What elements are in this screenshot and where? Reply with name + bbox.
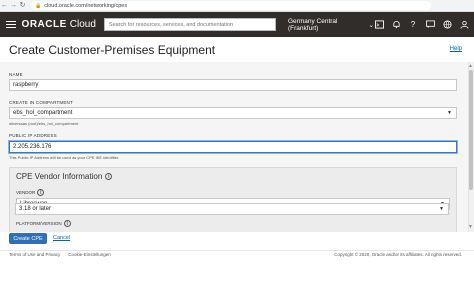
back-icon[interactable]: ← (0, 1, 9, 11)
search-input[interactable] (108, 21, 275, 28)
chat-icon[interactable] (425, 20, 435, 30)
menu-icon[interactable] (6, 21, 16, 28)
top-header: ORACLE Cloud Germany Central (Frankfurt)… (0, 12, 474, 37)
compartment-value: ebs_hol_compartment (13, 110, 73, 116)
cancel-link[interactable]: Cancel (53, 235, 70, 241)
ip-label: PUBLIC IP ADDRESS (9, 133, 57, 138)
user-profile-icon[interactable] (459, 20, 469, 30)
browser-toolbar: ← → ↻ 🔒 cloud.oracle.com/networking/cpes (0, 0, 474, 12)
cpe-vendor-section: CPE Vendor Information i VENDOR i Libres… (9, 167, 457, 237)
region-label: Germany Central (Frankfurt) (288, 17, 338, 32)
forward-icon[interactable]: → (9, 1, 18, 11)
ip-value: 2.205.236.176 (13, 144, 52, 150)
page-title: Create Customer-Premises Equipment (9, 43, 216, 57)
cookie-settings-link[interactable]: Cookie-Einstellungen (68, 252, 111, 257)
vendor-label: VENDOR i (16, 189, 45, 196)
name-input[interactable]: raspberry (9, 79, 457, 91)
name-label: NAME (9, 72, 23, 77)
platform-label: PLATFORM/VERSION i (16, 220, 71, 227)
terms-link[interactable]: Terms of Use and Privacy (9, 252, 60, 257)
copyright-text: Copyright © 2020, Oracle and/or its affi… (334, 252, 462, 257)
info-icon[interactable]: i (37, 189, 45, 196)
help-link[interactable]: Help (450, 46, 462, 52)
help-icon[interactable]: ? (408, 20, 418, 30)
reload-icon[interactable]: ↻ (18, 1, 27, 11)
bell-icon[interactable] (391, 20, 401, 30)
scroll-up-icon[interactable]: ▲ (468, 63, 473, 69)
section-title: CPE Vendor Information i (16, 172, 113, 181)
form-actions (0, 232, 474, 246)
platform-select[interactable]: 3.18 or later ▼ (15, 203, 449, 215)
chevron-down-icon: ▼ (439, 206, 444, 212)
scrollbar-thumb[interactable] (469, 70, 473, 190)
compartment-select[interactable]: ebs_hol_compartment ▼ (9, 107, 457, 119)
compartment-path: oliversaas (root)/ebs_hol_compartment (9, 121, 79, 126)
platform-value: 3.18 or later (19, 206, 52, 212)
url-text: cloud.oracle.com/networking/cpes (44, 2, 128, 9)
create-cpe-button[interactable]: Create CPE (9, 233, 47, 244)
oracle-cloud-logo[interactable]: ORACLE Cloud (22, 19, 96, 30)
section-title-text: CPE Vendor Information (16, 172, 103, 181)
ip-helper-text: This Public IP Address will be used as y… (9, 155, 120, 160)
lock-icon: 🔒 (35, 2, 42, 9)
globe-icon[interactable] (442, 20, 452, 30)
region-selector[interactable]: Germany Central (Frankfurt) ⌄ (288, 18, 374, 32)
compartment-label: CREATE IN COMPARTMENT (9, 100, 73, 105)
info-icon[interactable]: i (63, 220, 71, 227)
name-value: raspberry (13, 82, 39, 88)
info-icon[interactable]: i (105, 173, 113, 180)
scroll-down-icon[interactable]: ▼ (468, 224, 473, 230)
cloud-shell-icon[interactable] (374, 20, 384, 30)
address-bar[interactable]: 🔒 cloud.oracle.com/networking/cpes (31, 1, 431, 10)
chevron-down-icon: ▼ (447, 110, 452, 116)
search-box[interactable] (103, 18, 276, 31)
public-ip-input[interactable]: 2.205.236.176 (9, 141, 457, 153)
